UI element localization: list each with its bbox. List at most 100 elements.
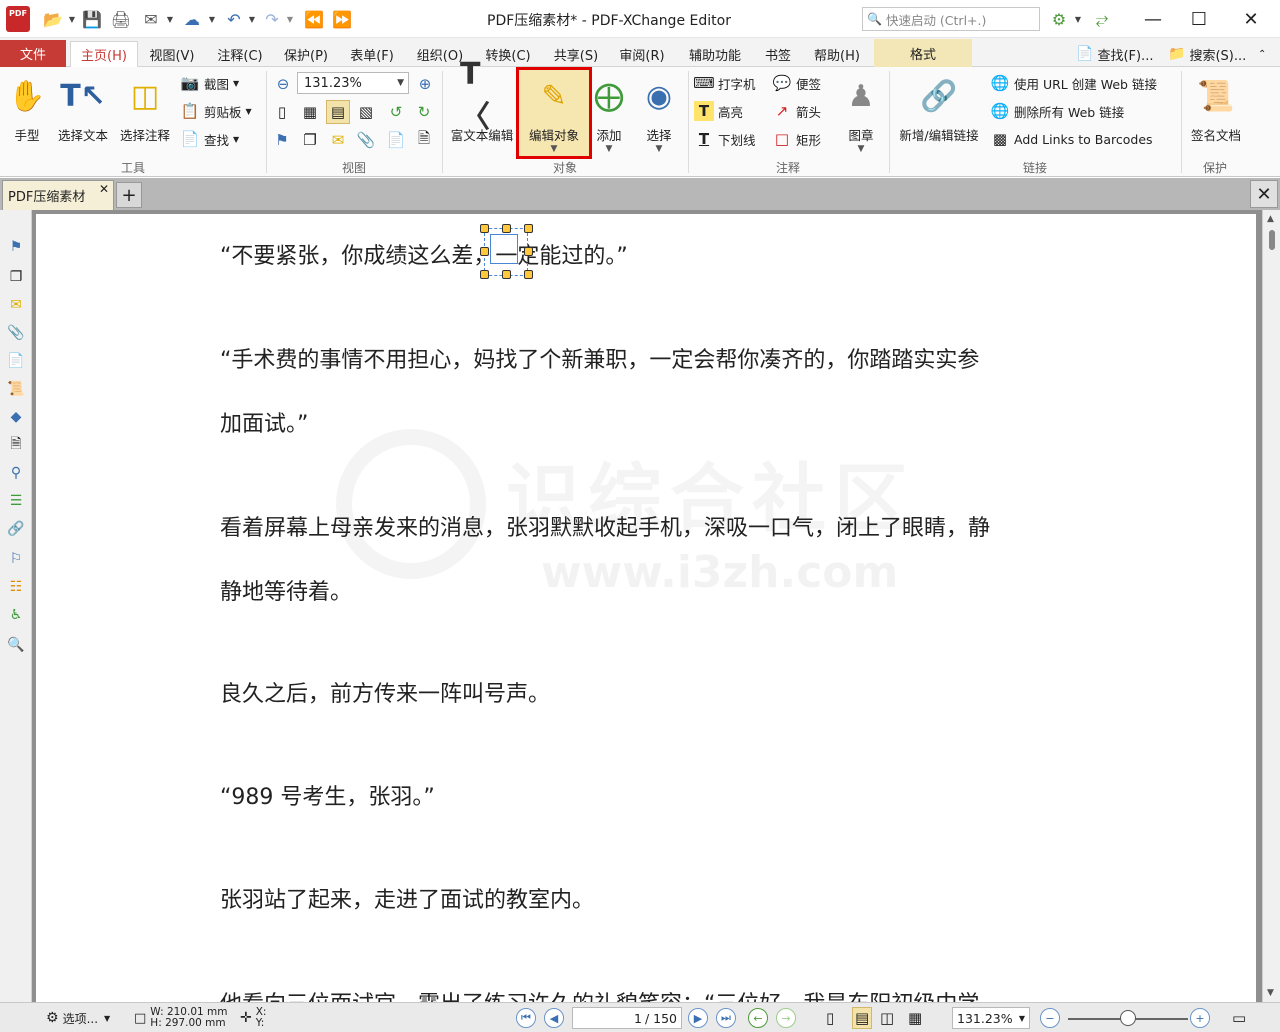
resize-handle[interactable] [502,270,511,279]
resize-handle[interactable] [524,224,533,233]
tab-protect[interactable]: 保护(P) [276,41,336,67]
tab-file[interactable]: 文件 [0,40,66,67]
resize-handle[interactable] [480,224,489,233]
close-document-button[interactable]: ✕ [1250,180,1278,208]
open-dropdown-icon[interactable]: ▼ [66,6,78,32]
attachments-pane-icon[interactable]: 📎 [354,128,378,152]
scroll-up-icon[interactable]: ▲ [1267,214,1274,224]
rotate-right-icon[interactable]: ↻ [412,100,436,124]
barcode-links-button[interactable]: ▩ Add Links to Barcodes [990,127,1153,151]
attachments-panel-icon[interactable]: 📎 [5,322,27,344]
new-tab-button[interactable]: + [116,182,142,208]
signatures-panel-icon[interactable]: 📜 [5,378,27,400]
pdf-page[interactable]: 识综合社区 www.i3zh.com “不要紧张，你成绩这么差，一定能过的。” … [36,214,1256,1004]
zoom-slider-knob[interactable] [1120,1010,1136,1026]
resize-handle[interactable] [480,270,489,279]
actual-size-icon[interactable]: ▯ [270,100,294,124]
fit-width-icon[interactable]: ▤ [326,100,350,124]
underline-button[interactable]: T 下划线 [694,127,756,151]
thumbnails-pane-icon[interactable]: ❐ [298,128,322,152]
tab-review[interactable]: 审阅(R) [612,41,672,67]
select-object-button[interactable]: ◉ 选择 ▼ [634,69,684,157]
order-panel-icon[interactable]: ☷ [5,576,27,598]
tab-help[interactable]: 帮助(H) [806,41,868,67]
links-panel-icon[interactable]: 🔗 [5,518,27,540]
options-button[interactable]: ⚙ 选项... ▼ [46,1007,110,1029]
paragraph[interactable]: 看着屏幕上母亲发来的消息，张羽默默收起手机，深吸一口气，闭上了眼睛，静 [220,510,990,542]
page-number-input[interactable]: 1 / 150 [572,1007,682,1029]
sticky-note-button[interactable]: 💬 便签 [772,71,821,95]
next-view-button[interactable]: → [776,1007,796,1029]
back-view-icon[interactable]: ⏪ [302,6,326,32]
select-text-button[interactable]: T↖ 选择文本 [52,69,114,157]
scroll-thumb[interactable] [1269,230,1275,250]
status-zoom-out-button[interactable]: − [1040,1007,1060,1029]
resize-handle[interactable] [480,247,489,256]
layers-panel-icon[interactable]: ◆ [5,406,27,428]
layers-pane-icon[interactable]: 📄 [384,128,408,152]
ui-options-dropdown-icon[interactable]: ▼ [1072,6,1084,32]
maximize-button[interactable]: ☐ [1176,4,1222,34]
resize-handle[interactable] [524,270,533,279]
last-page-button[interactable]: ⏭ [716,1007,736,1029]
paragraph[interactable]: 静地等待着。 [220,574,352,606]
minimize-button[interactable]: — [1130,4,1176,34]
rich-text-edit-button[interactable]: T〈 富文本编辑 [446,57,518,157]
document-area[interactable]: 识综合社区 www.i3zh.com “不要紧张，你成绩这么差，一定能过的。” … [32,210,1262,1004]
rectangle-button[interactable]: □ 矩形 [772,127,821,151]
structure-panel-icon[interactable]: ☰ [5,490,27,512]
hand-tool-button[interactable]: ✋ 手型 [4,69,50,157]
select-comment-button[interactable]: ◫ 选择注释 [114,69,176,157]
sign-document-button[interactable]: 📜 签名文档 [1184,69,1248,157]
paragraph[interactable]: “不要紧张，你成绩这么差，一定能过的。” [220,238,628,270]
open-folder-icon[interactable]: 📂 [40,6,66,32]
tab-form[interactable]: 表单(F) [342,41,402,67]
fullscreen-icon[interactable]: ⥂ [1090,6,1114,32]
resize-handle[interactable] [502,224,511,233]
add-object-button[interactable]: ⨁ 添加 ▼ [590,69,628,157]
undo-dropdown-icon[interactable]: ▼ [246,6,258,32]
stamp-button[interactable]: ♟ 图章 ▼ [838,69,884,157]
single-page-icon[interactable]: ▯ [826,1007,834,1029]
find-button[interactable]: 📄 查找(F)... [1076,43,1153,65]
redo-icon[interactable]: ↷ [260,6,284,32]
quick-launch-input[interactable]: 🔍 快速启动 (Ctrl+.) [862,7,1040,31]
close-tab-icon[interactable]: ✕ [99,182,109,196]
status-zoom-in-button[interactable]: + [1190,1007,1210,1029]
search-panel-icon[interactable]: 🔍 [5,634,27,656]
resize-handle[interactable] [524,247,533,256]
paragraph[interactable]: “手术费的事情不用担心，妈找了个新兼职，一定会帮你凑齐的，你踏踏实实参 [220,342,979,374]
snapshot-button[interactable]: 📷 截图 ▼ [180,71,240,95]
zoom-out-icon[interactable]: ⊖ [271,72,295,96]
close-window-button[interactable]: ✕ [1228,4,1274,34]
properties-pane-icon[interactable]: 🗎 [412,128,436,152]
thumbnails-panel-icon[interactable]: ❐ [5,266,27,288]
rotate-left-icon[interactable]: ↺ [384,100,408,124]
selected-glyph-box[interactable] [490,234,518,264]
tags-panel-icon[interactable]: ⚐ [5,548,27,570]
vertical-scrollbar[interactable]: ▲ ▼ [1262,210,1280,1002]
search-button[interactable]: 📁 搜索(S)... [1168,43,1246,65]
previous-view-button[interactable]: ← [748,1007,768,1029]
scroll-down-icon[interactable]: ▼ [1267,988,1274,998]
properties-panel-icon[interactable]: 🗎 [5,434,27,456]
tab-bookmarks[interactable]: 书签 [756,41,800,67]
highlight-button[interactable]: T 高亮 [694,99,743,123]
zoom-in-icon[interactable]: ⊕ [413,72,437,96]
tab-accessibility[interactable]: 辅助功能 [680,41,750,67]
zoom-combo[interactable]: 131.23% ▼ [297,72,409,94]
bookmarks-panel-icon[interactable]: ⚑ [5,236,27,258]
tab-format[interactable]: 格式 [874,39,972,67]
previous-page-button[interactable]: ◀ [544,1007,564,1029]
arrow-button[interactable]: ↗ 箭头 [772,99,821,123]
comments-panel-icon[interactable]: ✉ [5,294,27,316]
fullscreen-status-icon[interactable]: ▭ [1232,1007,1246,1029]
tab-home[interactable]: 主页(H) [70,41,138,67]
two-page-continuous-icon[interactable]: ▦ [908,1007,922,1029]
collapse-ribbon-icon[interactable]: ⌃ [1258,43,1266,65]
remove-web-links-button[interactable]: 🌐 删除所有 Web 链接 [990,99,1125,123]
accessibility-panel-icon[interactable]: ♿ [5,604,27,626]
scan-icon[interactable]: ☁ [178,6,206,32]
first-page-button[interactable]: ⏮ [516,1007,536,1029]
destinations-panel-icon[interactable]: ⚲ [5,462,27,484]
